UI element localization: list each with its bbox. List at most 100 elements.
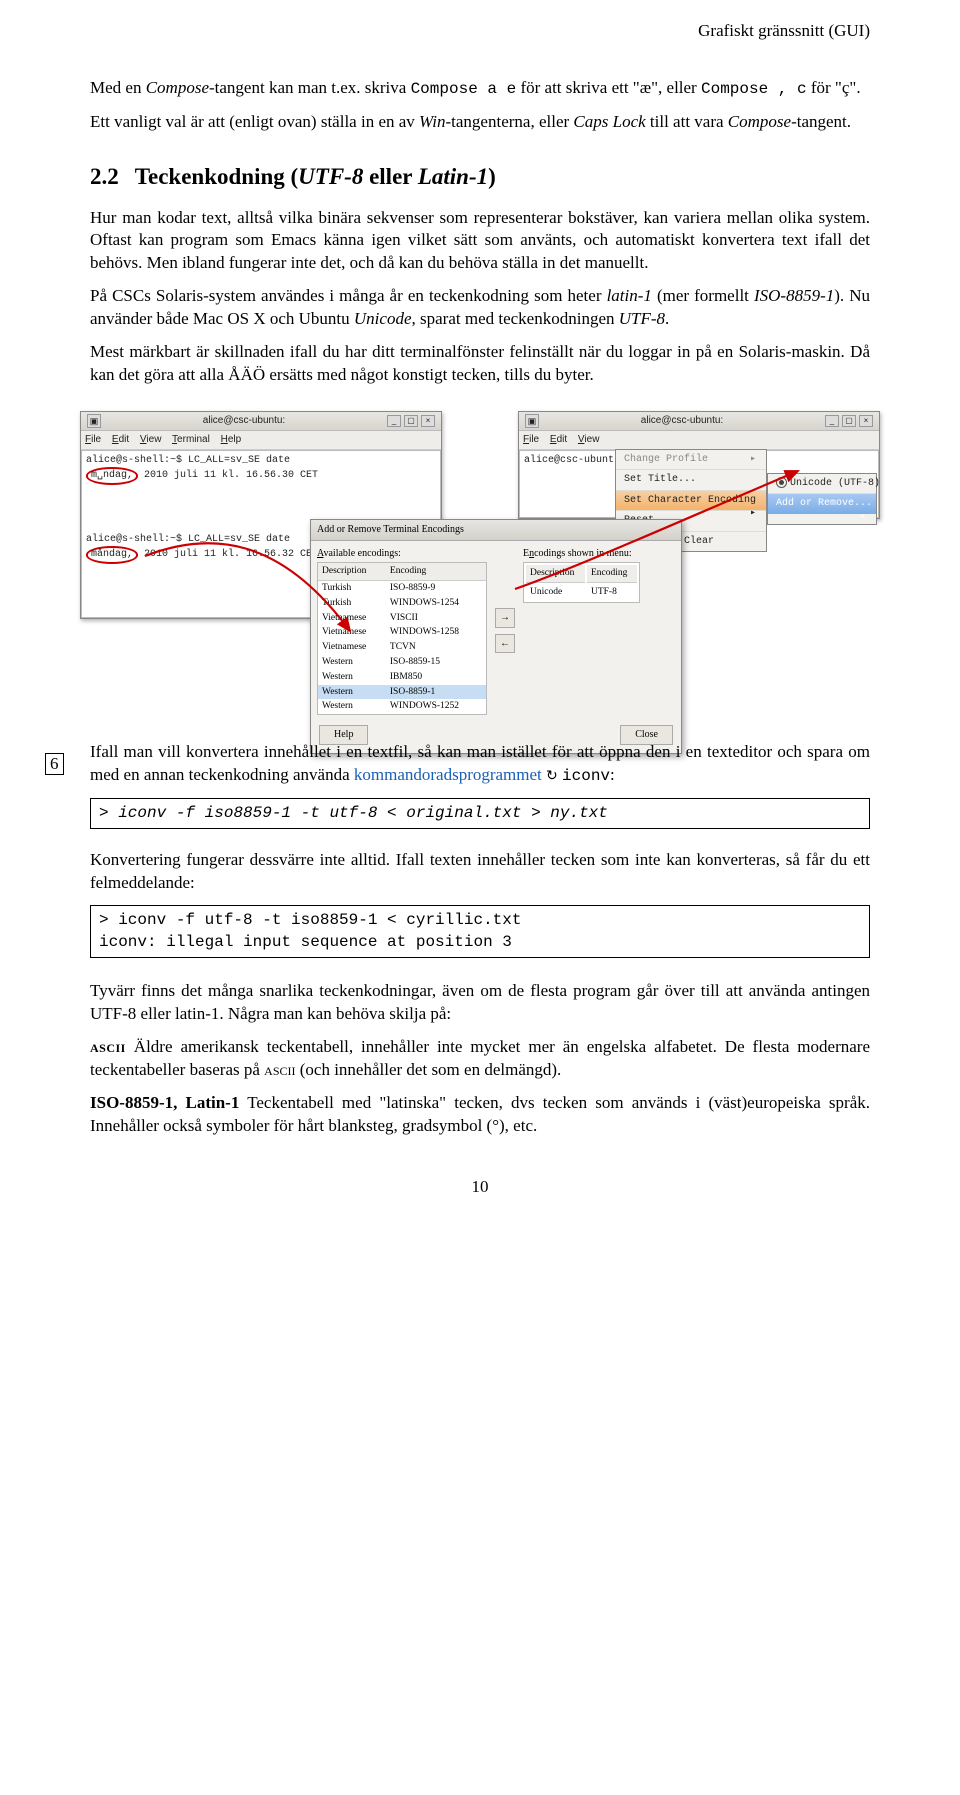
window-title: alice@csc-ubuntu:	[539, 414, 825, 428]
def-iso: ISO-8859-1, Latin-1 Teckentabell med "la…	[90, 1092, 870, 1138]
page-number: 10	[90, 1176, 870, 1199]
text: Compose	[146, 78, 209, 97]
table-row[interactable]: WesternWINDOWS-1252	[318, 699, 486, 714]
text: Med en	[90, 78, 146, 97]
close-button[interactable]: ×	[421, 415, 435, 427]
menu-terminal[interactable]: Terminal	[172, 434, 210, 445]
definition-list: ascii Äldre amerikansk teckentabell, inn…	[90, 1036, 870, 1138]
link-kommandoradsprogrammet[interactable]: kommandoradsprogrammet	[354, 765, 542, 784]
window-titlebar[interactable]: ▣ alice@csc-ubuntu: _ ▢ ×	[81, 412, 441, 431]
col-encoding[interactable]: Encoding	[386, 563, 486, 580]
margin-note-6: 6	[45, 753, 64, 775]
figure: ▣ alice@csc-ubuntu: _ ▢ × File Edit View…	[90, 411, 870, 711]
text: )	[488, 164, 496, 189]
terminal-line: alice@csc-ubunt	[524, 455, 614, 466]
window-title: alice@csc-ubuntu:	[101, 414, 387, 428]
menu-item-set-title[interactable]: Set Title...	[616, 470, 766, 491]
menu-edit[interactable]: Edit	[550, 434, 567, 445]
terminal-line: 2010 juli 11 kl. 16.56.32 CET	[138, 549, 318, 560]
terminal-output[interactable]: alice@csc-ubunt Change Profile▸ Set Titl…	[519, 450, 879, 518]
text: Latin-1	[418, 164, 488, 189]
menu-view[interactable]: View	[140, 434, 162, 445]
close-button[interactable]: ×	[859, 415, 873, 427]
code: iconv	[562, 767, 610, 785]
table-row[interactable]: VietnameseWINDOWS-1258	[318, 625, 486, 640]
menu-edit[interactable]: Edit	[112, 434, 129, 445]
text: På CSCs Solaris-system användes i många …	[90, 286, 607, 305]
menu-item-set-encoding[interactable]: Set Character Encoding▸	[616, 491, 766, 512]
table-row[interactable]: TurkishWINDOWS-1254	[318, 596, 486, 611]
text: ISO-8859-1	[754, 286, 834, 305]
dialog-title[interactable]: Add or Remove Terminal Encodings	[311, 520, 681, 541]
code: Compose a e	[411, 80, 517, 98]
col-description[interactable]: Description	[318, 563, 386, 580]
text: Ett vanligt val är att (enligt ovan) stä…	[90, 112, 419, 131]
table-row-selected[interactable]: WesternISO-8859-1	[318, 685, 486, 700]
highlighted-text: m␣ndag,	[86, 467, 138, 485]
table-row[interactable]: VietnameseVISCII	[318, 611, 486, 626]
text: UTF-8	[619, 309, 665, 328]
conv-para-1: Ifall man vill konvertera innehållet i e…	[90, 741, 870, 788]
menubar[interactable]: File Edit View Terminal Help	[81, 431, 441, 450]
table-row[interactable]: WesternIBM850	[318, 670, 486, 685]
minimize-button[interactable]: _	[387, 415, 401, 427]
menu-item-add-remove[interactable]: Add or Remove... ↖	[768, 494, 876, 514]
highlighted-text: måndag,	[86, 546, 138, 564]
add-button[interactable]: →	[495, 608, 515, 628]
running-head: Grafiskt gränssnitt (GUI)	[90, 20, 870, 43]
text: för att skriva ett "æ", eller	[516, 78, 701, 97]
encoding-submenu[interactable]: Unicode (UTF-8) Add or Remove... ↖	[767, 473, 877, 526]
shown-encodings-list[interactable]: DescriptionEncoding UnicodeUTF-8	[523, 562, 640, 603]
section-para-3: Mest märkbart är skillnaden ifall du har…	[90, 341, 870, 387]
term: ascii	[90, 1037, 126, 1056]
section-para-2: På CSCs Solaris-system användes i många …	[90, 285, 870, 331]
menu-help[interactable]: Help	[221, 434, 242, 445]
refresh-icon: ↻	[546, 768, 558, 787]
intro-para-1: Med en Compose-tangent kan man t.ex. skr…	[90, 77, 870, 101]
maximize-button[interactable]: ▢	[404, 415, 418, 427]
col-encoding[interactable]: Encoding	[587, 565, 637, 583]
text: , sparat med teckenkodningen	[412, 309, 619, 328]
window-icon: ▣	[525, 414, 539, 428]
text: Caps Lock	[573, 112, 645, 131]
remove-button[interactable]: ←	[495, 634, 515, 654]
table-row[interactable]: VietnameseTCVN	[318, 640, 486, 655]
encodings-dialog: Add or Remove Terminal Encodings Availab…	[310, 519, 682, 754]
text: för "ç".	[807, 78, 861, 97]
menu-file[interactable]: File	[85, 434, 101, 445]
maximize-button[interactable]: ▢	[842, 415, 856, 427]
section-number: 2.2	[90, 164, 119, 189]
minimize-button[interactable]: _	[825, 415, 839, 427]
available-label: Available encodings:	[317, 547, 487, 561]
text: Unicode	[354, 309, 412, 328]
def-ascii: ascii Äldre amerikansk teckentabell, inn…	[90, 1036, 870, 1082]
menu-file[interactable]: File	[523, 434, 539, 445]
text: latin-1	[607, 286, 652, 305]
menu-item-change-profile[interactable]: Change Profile▸	[616, 450, 766, 471]
text: UTF-8	[298, 164, 363, 189]
term: ISO-8859-1, Latin-1	[90, 1093, 239, 1112]
text: eller	[363, 164, 418, 189]
text: :	[610, 765, 615, 784]
table-row[interactable]: TurkishISO-8859-9	[318, 580, 486, 595]
section-para-1: Hur man kodar text, alltså vilka binära …	[90, 207, 870, 276]
window-icon: ▣	[87, 414, 101, 428]
menu-view[interactable]: View	[578, 434, 600, 445]
col-description[interactable]: Description	[526, 565, 585, 583]
conv-para-3: Tyvärr finns det många snarlika teckenko…	[90, 980, 870, 1026]
window-titlebar[interactable]: ▣ alice@csc-ubuntu: _ ▢ ×	[519, 412, 879, 431]
command-box-1: > iconv -f iso8859-1 -t utf-8 < original…	[90, 798, 870, 830]
available-encodings-list[interactable]: DescriptionEncoding TurkishISO-8859-9 Tu…	[317, 562, 487, 715]
shown-label: Encodings shown in menu:	[523, 547, 640, 561]
menu-item-unicode[interactable]: Unicode (UTF-8)	[768, 474, 876, 495]
table-row[interactable]: WesternISO-8859-15	[318, 655, 486, 670]
code: Compose , c	[701, 80, 807, 98]
text: -tangent kan man t.ex. skriva	[209, 78, 411, 97]
text: Win	[419, 112, 445, 131]
terminal-window-right: ▣ alice@csc-ubuntu: _ ▢ × File Edit View…	[518, 411, 880, 519]
table-row[interactable]: UnicodeUTF-8	[526, 585, 637, 600]
text: till att vara	[646, 112, 728, 131]
text: (mer formellt	[652, 286, 754, 305]
menubar[interactable]: File Edit View	[519, 431, 879, 450]
terminal-line: alice@s-shell:~$ LC_ALL=sv_SE date	[86, 454, 436, 468]
